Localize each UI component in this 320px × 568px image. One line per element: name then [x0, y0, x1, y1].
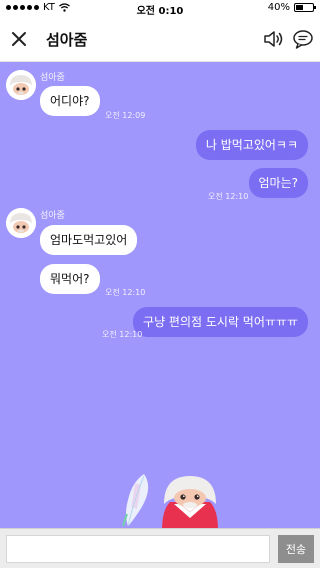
sender-name: 섬아줌 [40, 211, 65, 221]
message-bubble[interactable]: 엄마는? [248, 168, 308, 198]
sender-name: 섬아줌 [40, 73, 65, 83]
message-time: 오전 12:10 [105, 288, 146, 297]
battery-icon [294, 3, 316, 12]
chat-bubble-icon[interactable] [292, 28, 314, 50]
message-input[interactable] [6, 535, 270, 563]
chat-area[interactable]: 섬아줌 어디야? 오전 12:09 나 밥먹고있어ㅋㅋ 엄마는? 오전 12:1… [0, 62, 320, 530]
page-title: 섬아줌 [46, 31, 88, 49]
close-icon[interactable] [8, 28, 30, 50]
message-bubble[interactable]: 엄마도먹고있어 [40, 225, 138, 255]
battery-percent: 40% [267, 2, 290, 13]
chat-header: 섬아줌 [0, 16, 320, 62]
message-composer: 전송 [0, 528, 320, 568]
status-bar: KT 오전 0:10 40% [0, 0, 320, 17]
message-bubble[interactable]: 구냥 편의점 도시락 먹어ㅠㅠㅠ [133, 307, 308, 337]
avatar[interactable] [6, 70, 36, 100]
message-time: 오전 12:10 [102, 330, 143, 339]
send-button[interactable]: 전송 [278, 535, 314, 563]
chat-screen: KT 오전 0:10 40% 섬아줌 섬아줌 어디야? 오전 12:09 나 밥… [0, 0, 320, 568]
speaker-icon[interactable] [262, 28, 284, 50]
message-bubble[interactable]: 어디야? [40, 86, 100, 116]
message-bubble[interactable]: 뭐먹어? [40, 264, 100, 294]
feather-icon [122, 474, 149, 527]
mascot-character [162, 476, 218, 530]
status-right: 40% [267, 2, 316, 13]
message-bubble[interactable]: 나 밥먹고있어ㅋㅋ [195, 130, 308, 160]
message-time: 오전 12:09 [105, 111, 146, 120]
avatar[interactable] [6, 208, 36, 238]
message-time: 오전 12:10 [208, 192, 249, 201]
